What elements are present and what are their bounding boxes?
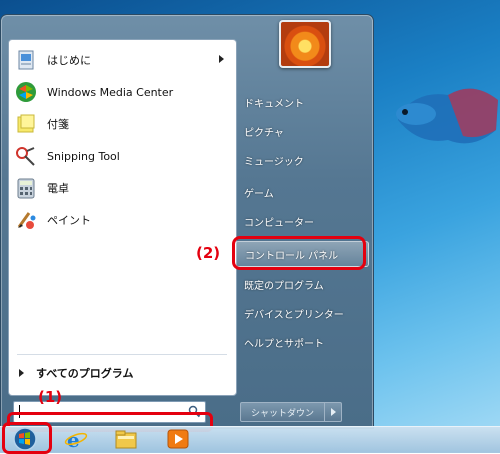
divider bbox=[17, 354, 227, 355]
right-item-label: ヘルプとサポート bbox=[244, 338, 324, 350]
control-panel-highlight bbox=[232, 236, 366, 270]
program-snipping-tool[interactable]: Snipping Tool bbox=[9, 141, 234, 171]
right-item-documents[interactable]: ドキュメント bbox=[235, 90, 367, 114]
right-item-label: ドキュメント bbox=[244, 98, 304, 110]
explorer-folder-icon[interactable] bbox=[114, 428, 138, 450]
all-programs-label: すべてのプログラム bbox=[36, 367, 134, 380]
right-item-default-programs[interactable]: 既定のプログラム bbox=[235, 272, 367, 296]
program-label: ペイント bbox=[47, 214, 91, 227]
program-windows-media-center[interactable]: Windows Media Center bbox=[9, 77, 234, 107]
right-item-music[interactable]: ミュージック bbox=[235, 148, 367, 172]
right-item-label: デバイスとプリンター bbox=[244, 309, 344, 321]
right-item-label: ゲーム bbox=[244, 188, 274, 200]
right-item-label: ミュージック bbox=[244, 156, 304, 168]
right-item-games[interactable]: ゲーム bbox=[235, 180, 367, 204]
all-programs-button[interactable]: すべてのプログラム bbox=[9, 362, 234, 384]
internet-explorer-icon[interactable]: e bbox=[64, 428, 88, 450]
right-item-label: 既定のプログラム bbox=[244, 280, 324, 292]
sticky-notes-icon bbox=[13, 111, 39, 137]
program-label: 電卓 bbox=[47, 182, 69, 195]
program-label: Snipping Tool bbox=[47, 149, 120, 163]
shutdown-options-button[interactable] bbox=[324, 402, 342, 422]
snipping-tool-icon bbox=[13, 143, 39, 169]
media-center-icon bbox=[13, 79, 39, 105]
shutdown-button[interactable]: シャットダウン bbox=[240, 402, 325, 422]
betta-fish-wallpaper bbox=[396, 88, 498, 144]
expand-arrow-icon bbox=[19, 369, 24, 377]
program-label: Windows Media Center bbox=[47, 85, 174, 99]
program-label: はじめに bbox=[47, 54, 91, 67]
calculator-icon bbox=[13, 175, 39, 201]
right-item-label: コンピューター bbox=[244, 217, 314, 229]
right-item-pictures[interactable]: ピクチャ bbox=[235, 119, 367, 143]
start-menu: はじめに Windows Media Center 付箋 Snipping To… bbox=[0, 14, 374, 429]
arrow-right-icon bbox=[331, 408, 336, 416]
program-paint[interactable]: ペイント bbox=[9, 205, 234, 235]
media-player-icon[interactable] bbox=[166, 428, 190, 450]
right-item-computer[interactable]: コンピューター bbox=[235, 209, 367, 233]
paint-icon bbox=[13, 207, 39, 233]
getting-started-icon bbox=[13, 47, 39, 73]
submenu-arrow-icon[interactable] bbox=[219, 55, 224, 63]
program-sticky-notes[interactable]: 付箋 bbox=[9, 109, 234, 139]
right-item-help-support[interactable]: ヘルプとサポート bbox=[235, 330, 367, 354]
user-avatar[interactable] bbox=[279, 20, 331, 68]
right-item-devices-printers[interactable]: デバイスとプリンター bbox=[235, 301, 367, 325]
program-label: 付箋 bbox=[47, 118, 69, 131]
shutdown-label: シャットダウン bbox=[250, 408, 314, 419]
right-item-label: ピクチャ bbox=[244, 127, 284, 139]
program-getting-started[interactable]: はじめに bbox=[9, 45, 234, 75]
start-orb-icon[interactable] bbox=[5, 424, 39, 452]
annotation-2: (2) bbox=[196, 244, 221, 262]
annotation-1: (1) bbox=[38, 388, 63, 406]
programs-pane: はじめに Windows Media Center 付箋 Snipping To… bbox=[8, 39, 237, 396]
program-calculator[interactable]: 電卓 bbox=[9, 173, 234, 203]
